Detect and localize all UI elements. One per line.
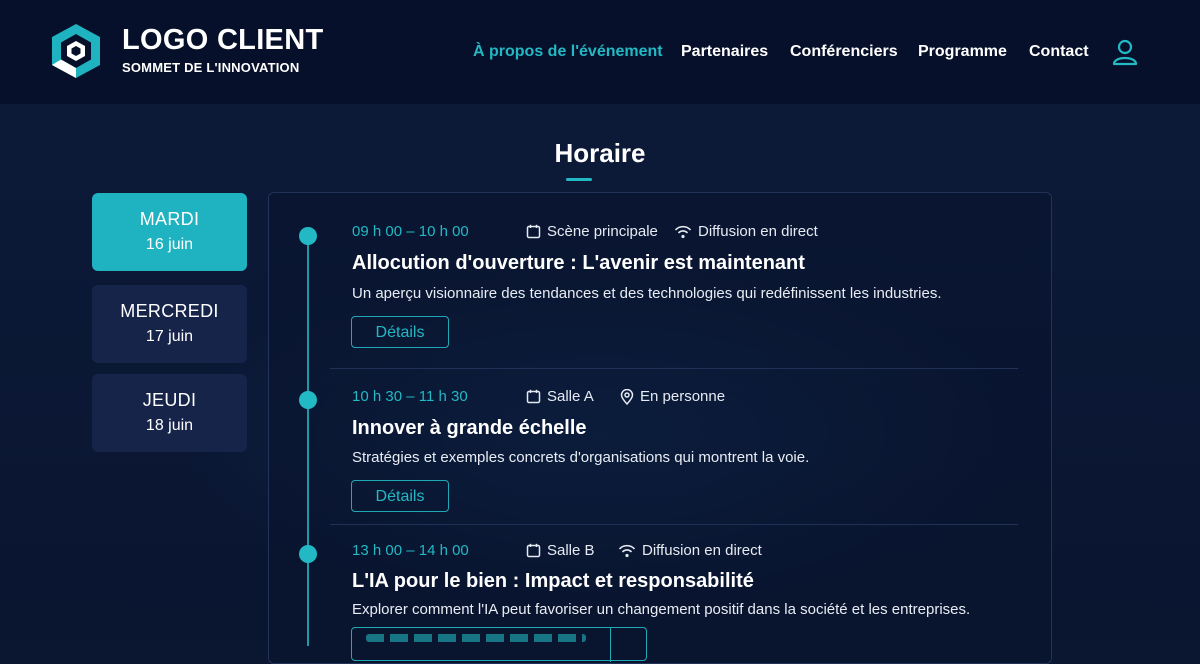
nav-item-program[interactable]: Programme [918, 43, 1007, 61]
event-format-label: Diffusion en direct [698, 223, 818, 240]
event-description: Stratégies et exemples concrets d'organi… [352, 449, 810, 466]
calendar-icon [526, 224, 541, 239]
event-location: Salle B [526, 542, 595, 559]
calendar-icon [526, 543, 541, 558]
broadcast-icon [674, 225, 692, 239]
timeline-dot [299, 545, 317, 563]
day-date: 17 juin [145, 328, 194, 345]
details-button[interactable]: Détails [351, 316, 449, 348]
brand-title: LOGO CLIENT [122, 24, 324, 56]
event-time: 09 h 00 – 10 h 00 [352, 223, 469, 240]
event-time: 10 h 30 – 11 h 30 [352, 388, 468, 405]
title-underline [566, 178, 592, 181]
brand-subtitle: SOMMET DE L'INNOVATION [122, 60, 300, 75]
event-format: Diffusion en direct [618, 542, 762, 559]
event-location-label: Salle B [547, 542, 595, 559]
day-tab-mardi[interactable]: MARDI 16 juin [92, 193, 247, 271]
site-header: LOGO CLIENT SOMMET DE L'INNOVATION À pro… [0, 0, 1200, 104]
event-title: L'IA pour le bien : Impact et responsabi… [352, 570, 754, 592]
event-divider [330, 524, 1018, 525]
broadcast-icon [618, 544, 636, 558]
nav-item-speakers[interactable]: Conférenciers [790, 43, 898, 61]
button-separator [610, 628, 611, 662]
details-button[interactable]: Détails [351, 480, 449, 512]
event-format: En personne [620, 388, 725, 405]
event-location: Salle A [526, 388, 594, 405]
timeline-dot [299, 391, 317, 409]
day-name: JEUDI [142, 390, 197, 410]
timeline-line [307, 236, 309, 646]
event-location-label: Scène principale [547, 223, 658, 240]
hexagon-logo-icon[interactable] [50, 22, 102, 80]
event-time: 13 h 00 – 14 h 00 [352, 542, 469, 559]
calendar-icon [526, 389, 541, 404]
timeline-dot [299, 227, 317, 245]
day-date: 18 juin [145, 417, 194, 434]
event-location-label: Salle A [547, 388, 594, 405]
day-name: MARDI [139, 209, 200, 229]
event-format-label: En personne [640, 388, 726, 405]
day-tab-mercredi[interactable]: MERCREDI 17 juin [92, 285, 247, 363]
event-format: Diffusion en direct [674, 223, 818, 240]
user-icon[interactable] [1112, 38, 1138, 66]
day-date: 16 juin [145, 236, 194, 253]
nav-item-contact[interactable]: Contact [1029, 43, 1089, 61]
event-location: Scène principale [526, 223, 658, 240]
page-title: Horaire [554, 138, 646, 168]
map-pin-icon [620, 388, 634, 405]
event-description: Explorer comment l'IA peut favoriser un … [352, 601, 971, 618]
nav-item-partners[interactable]: Partenaires [681, 43, 768, 61]
event-divider [330, 368, 1018, 369]
event-title: Innover à grande échelle [352, 417, 587, 439]
join-stream-button[interactable] [351, 627, 647, 662]
event-title: Allocution d'ouverture : L'avenir est ma… [352, 252, 805, 274]
nav-item-about[interactable]: À propos de l'événement [473, 43, 663, 61]
event-description: Un aperçu visionnaire des tendances et d… [352, 285, 942, 302]
join-stream-label-cropped [366, 634, 586, 642]
day-tab-jeudi[interactable]: JEUDI 18 juin [92, 374, 247, 452]
day-name: MERCREDI [120, 301, 219, 321]
event-format-label: Diffusion en direct [642, 542, 762, 559]
